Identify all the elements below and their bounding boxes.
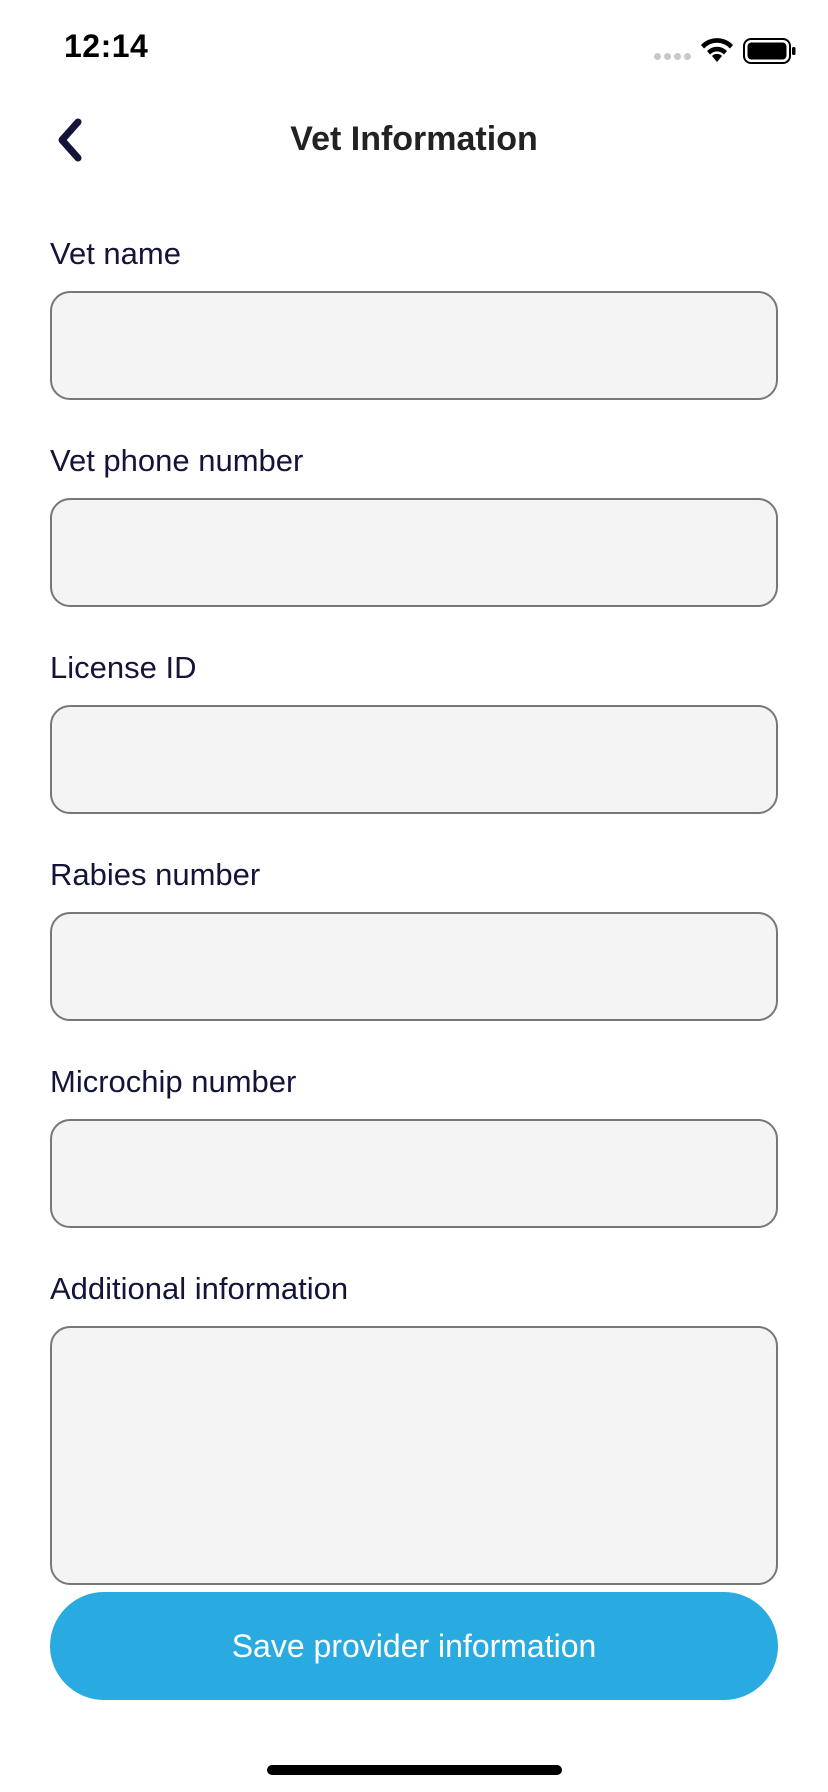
- microchip-number-input[interactable]: [50, 1119, 778, 1228]
- additional-information-label: Additional information: [50, 1271, 349, 1306]
- microchip-number-label: Microchip number: [50, 1064, 297, 1099]
- navigation-bar: Vet Information: [0, 100, 828, 180]
- vet-phone-number-input[interactable]: [50, 498, 778, 607]
- cellular-signal-icon: [654, 53, 691, 60]
- vet-phone-number-label: Vet phone number: [50, 443, 304, 478]
- license-id-label: License ID: [50, 650, 197, 685]
- vet-name-label: Vet name: [50, 236, 181, 271]
- rabies-number-input[interactable]: [50, 912, 778, 1021]
- vet-name-input[interactable]: [50, 291, 778, 400]
- page-title: Vet Information: [290, 120, 538, 158]
- status-time: 12:14: [64, 28, 149, 64]
- license-id-input[interactable]: [50, 705, 778, 814]
- vet-information-form: Vet name Vet phone number License ID Rab…: [50, 236, 778, 1585]
- home-indicator: [267, 1765, 562, 1775]
- additional-information-textarea[interactable]: [50, 1326, 778, 1585]
- save-provider-information-button[interactable]: Save provider information: [50, 1592, 778, 1700]
- rabies-number-label: Rabies number: [50, 857, 261, 892]
- wifi-icon: [701, 38, 733, 62]
- battery-icon: [743, 38, 796, 64]
- status-bar: 12:14: [0, 0, 828, 100]
